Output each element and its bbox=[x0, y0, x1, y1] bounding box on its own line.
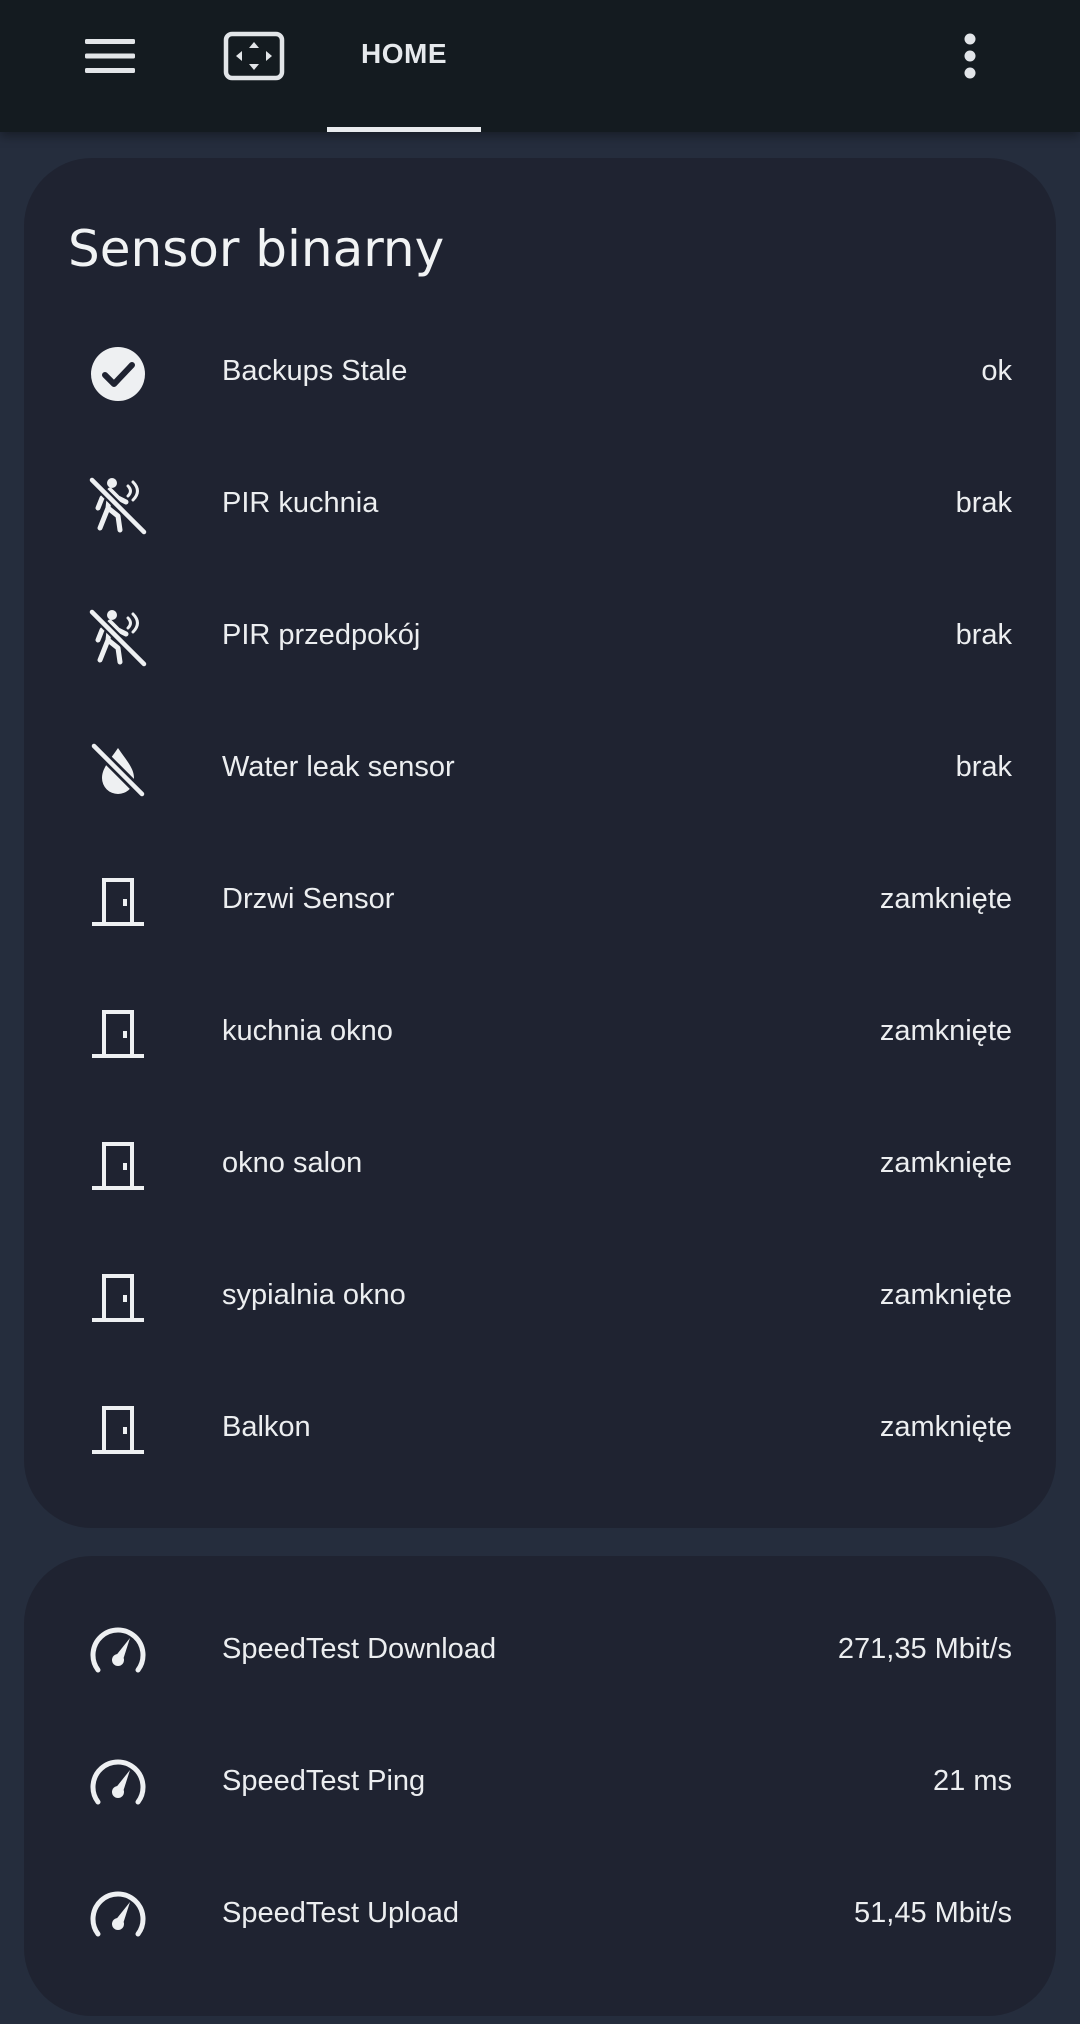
entity-name: PIR przedpokój bbox=[222, 619, 421, 651]
speedtest-card: SpeedTest Download 271,35 Mbit/s SpeedTe… bbox=[24, 1556, 1056, 2016]
entity-name: SpeedTest Ping bbox=[222, 1765, 426, 1797]
entity-state: 21 ms bbox=[933, 1765, 1012, 1797]
entity-row-backups-stale[interactable]: Backups Stale ok bbox=[24, 324, 1056, 424]
check-circle-icon bbox=[91, 347, 145, 401]
tab-home-label: HOME bbox=[361, 38, 447, 69]
speedometer-icon bbox=[90, 1627, 146, 1673]
entity-name: Water leak sensor bbox=[222, 751, 455, 783]
binary-sensor-card: Sensor binarny Backups Stale ok PIR kuch… bbox=[24, 158, 1056, 1528]
entity-row-sypialnia-okno[interactable]: sypialnia okno zamknięte bbox=[24, 1248, 1056, 1348]
entity-row-pir-przedpokoj[interactable]: PIR przedpokój brak bbox=[24, 588, 1056, 688]
entity-state: zamknięte bbox=[879, 883, 1012, 915]
motion-sensor-off-icon bbox=[88, 608, 148, 668]
entity-row-balkon[interactable]: Balkon zamknięte bbox=[24, 1380, 1056, 1480]
entity-name: Balkon bbox=[222, 1411, 311, 1443]
entity-state: brak bbox=[955, 487, 1012, 519]
entity-row-water-leak[interactable]: Water leak sensor brak bbox=[24, 720, 1056, 820]
tab-home[interactable]: HOME bbox=[327, 0, 481, 132]
app-toolbar: HOME bbox=[0, 0, 1080, 132]
door-closed-icon bbox=[92, 1010, 144, 1058]
speedometer-icon bbox=[90, 1891, 146, 1937]
entity-state: 51,45 Mbit/s bbox=[854, 1897, 1012, 1929]
entity-name: PIR kuchnia bbox=[222, 487, 379, 519]
card-title: Sensor binarny bbox=[68, 220, 445, 278]
entity-name: kuchnia okno bbox=[222, 1015, 393, 1047]
entity-name: SpeedTest Download bbox=[222, 1633, 497, 1665]
door-closed-icon bbox=[92, 1142, 144, 1190]
entity-name: Backups Stale bbox=[222, 355, 408, 387]
entity-name: sypialnia okno bbox=[222, 1279, 406, 1311]
entity-row-drzwi-sensor[interactable]: Drzwi Sensor zamknięte bbox=[24, 852, 1056, 952]
tab-active-indicator bbox=[327, 127, 481, 132]
fullscreen-fit-icon bbox=[223, 31, 285, 81]
entity-row-pir-kuchnia[interactable]: PIR kuchnia brak bbox=[24, 456, 1056, 556]
entity-row-speedtest-upload[interactable]: SpeedTest Upload 51,45 Mbit/s bbox=[24, 1866, 1056, 1966]
door-closed-icon bbox=[92, 1274, 144, 1322]
entity-state: zamknięte bbox=[879, 1147, 1012, 1179]
entity-state: 271,35 Mbit/s bbox=[837, 1633, 1012, 1665]
entity-row-kuchnia-okno[interactable]: kuchnia okno zamknięte bbox=[24, 984, 1056, 1084]
entity-state: ok bbox=[981, 355, 1012, 387]
entity-state: zamknięte bbox=[879, 1279, 1012, 1311]
entity-name: Drzwi Sensor bbox=[222, 883, 395, 915]
water-off-icon bbox=[90, 742, 146, 798]
entity-state: zamknięte bbox=[879, 1015, 1012, 1047]
entity-row-okno-salon[interactable]: okno salon zamknięte bbox=[24, 1116, 1056, 1216]
more-options-button[interactable] bbox=[940, 24, 1000, 88]
entity-row-speedtest-ping[interactable]: SpeedTest Ping 21 ms bbox=[24, 1734, 1056, 1834]
speedometer-icon bbox=[90, 1759, 146, 1805]
fit-screen-button[interactable] bbox=[214, 24, 294, 88]
motion-sensor-off-icon bbox=[88, 476, 148, 536]
menu-button[interactable] bbox=[70, 24, 150, 88]
entity-name: SpeedTest Upload bbox=[222, 1897, 459, 1929]
entity-state: brak bbox=[955, 619, 1012, 651]
entity-state: zamknięte bbox=[879, 1411, 1012, 1443]
entity-row-speedtest-download[interactable]: SpeedTest Download 271,35 Mbit/s bbox=[24, 1602, 1056, 1702]
entity-name: okno salon bbox=[222, 1147, 363, 1179]
entity-state: brak bbox=[955, 751, 1012, 783]
door-closed-icon bbox=[92, 878, 144, 926]
more-vertical-icon bbox=[964, 33, 976, 79]
door-closed-icon bbox=[92, 1406, 144, 1454]
hamburger-icon bbox=[85, 39, 135, 73]
